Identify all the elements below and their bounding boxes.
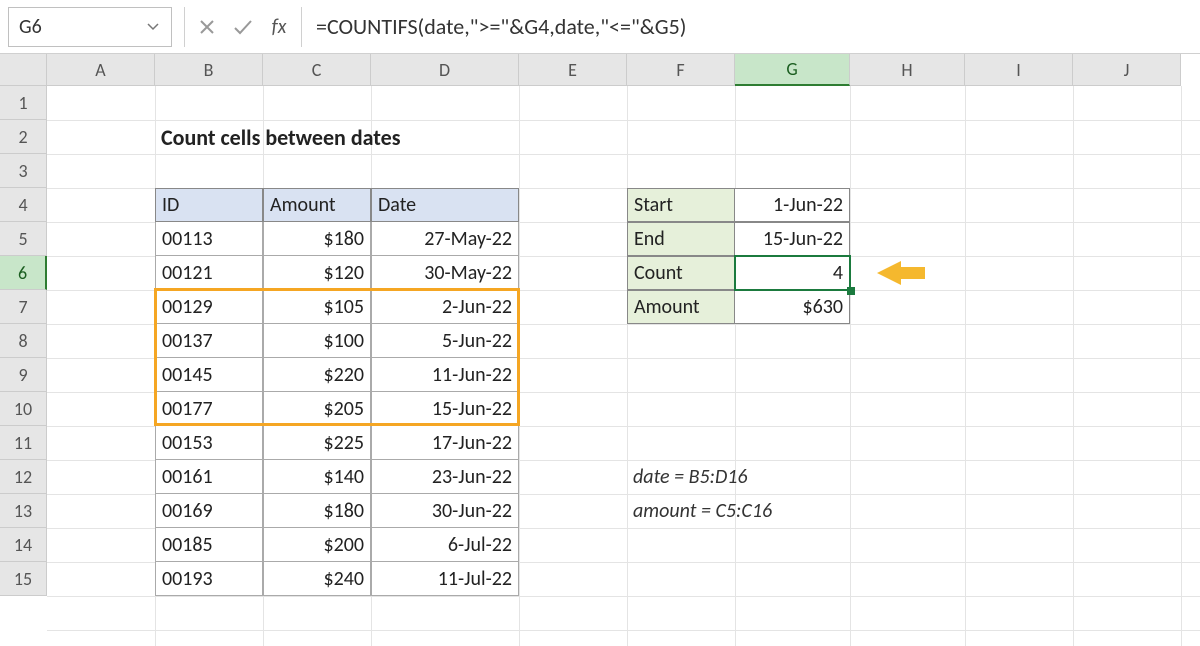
column-header[interactable]: D — [371, 54, 519, 86]
table-header-id[interactable]: ID — [155, 188, 263, 222]
summary-label[interactable]: Amount — [627, 290, 735, 324]
summary-label[interactable]: Start — [627, 188, 735, 222]
column-header[interactable]: I — [965, 54, 1073, 86]
table-cell[interactable]: 15-Jun-22 — [371, 392, 519, 426]
row-header[interactable]: 14 — [0, 528, 47, 562]
table-cell[interactable]: $105 — [263, 290, 371, 324]
arrow-icon — [877, 261, 901, 285]
table-cell[interactable]: $120 — [263, 256, 371, 290]
divider — [301, 7, 302, 47]
table-cell[interactable]: $180 — [263, 222, 371, 256]
table-cell[interactable]: 30-Jun-22 — [371, 494, 519, 528]
column-header[interactable]: H — [850, 54, 965, 86]
summary-label[interactable]: Count — [627, 256, 735, 290]
name-box-value: G6 — [19, 15, 42, 39]
note-date-range: date = B5:D16 — [627, 460, 927, 494]
table-cell[interactable]: 00177 — [155, 392, 263, 426]
row-header[interactable]: 2 — [0, 120, 47, 154]
table-cell[interactable]: 00161 — [155, 460, 263, 494]
row-header[interactable]: 13 — [0, 494, 47, 528]
table-cell[interactable]: 30-May-22 — [371, 256, 519, 290]
row-header[interactable]: 8 — [0, 324, 47, 358]
table-cell[interactable]: 11-Jul-22 — [371, 562, 519, 596]
table-cell[interactable]: $240 — [263, 562, 371, 596]
summary-label[interactable]: End — [627, 222, 735, 256]
row-header[interactable]: 5 — [0, 222, 47, 256]
table-cell[interactable]: 00185 — [155, 528, 263, 562]
enter-formula-icon[interactable] — [225, 7, 261, 47]
row-header[interactable]: 3 — [0, 154, 47, 188]
column-headers: ABCDEFGHIJ — [47, 54, 1181, 86]
row-headers: 123456789101112131415 — [0, 86, 47, 596]
row-header[interactable]: 12 — [0, 460, 47, 494]
column-header[interactable]: E — [519, 54, 627, 86]
table-cell[interactable]: 00121 — [155, 256, 263, 290]
insert-function-icon[interactable]: fx — [261, 7, 297, 47]
table-cell[interactable]: $220 — [263, 358, 371, 392]
column-header[interactable]: F — [627, 54, 735, 86]
name-box-dropdown-icon[interactable] — [141, 15, 165, 39]
table-cell[interactable]: 23-Jun-22 — [371, 460, 519, 494]
select-all-corner[interactable] — [0, 54, 47, 86]
divider — [184, 7, 185, 47]
table-cell[interactable]: $100 — [263, 324, 371, 358]
row-header[interactable]: 10 — [0, 392, 47, 426]
table-header-amount[interactable]: Amount — [263, 188, 371, 222]
table-cell[interactable]: 5-Jun-22 — [371, 324, 519, 358]
summary-value[interactable]: 1-Jun-22 — [735, 188, 850, 222]
table-cell[interactable]: $200 — [263, 528, 371, 562]
table-cell[interactable]: 00129 — [155, 290, 263, 324]
table-cell[interactable]: 00137 — [155, 324, 263, 358]
column-header[interactable]: C — [263, 54, 371, 86]
column-header[interactable]: J — [1073, 54, 1181, 86]
column-header[interactable]: A — [47, 54, 155, 86]
table-cell[interactable]: $140 — [263, 460, 371, 494]
table-cell[interactable]: 2-Jun-22 — [371, 290, 519, 324]
table-cell[interactable]: $225 — [263, 426, 371, 460]
table-cell[interactable]: 27-May-22 — [371, 222, 519, 256]
table-cell[interactable]: $205 — [263, 392, 371, 426]
row-header[interactable]: 7 — [0, 290, 47, 324]
table-cell[interactable]: 11-Jun-22 — [371, 358, 519, 392]
page-title: Count cells between dates — [155, 120, 555, 154]
table-cell[interactable]: 17-Jun-22 — [371, 426, 519, 460]
table-cell[interactable]: 00169 — [155, 494, 263, 528]
summary-value[interactable]: $630 — [735, 290, 850, 324]
row-header[interactable]: 9 — [0, 358, 47, 392]
row-header[interactable]: 11 — [0, 426, 47, 460]
table-cell[interactable]: 6-Jul-22 — [371, 528, 519, 562]
formula-bar: G6 fx — [0, 0, 1200, 54]
row-header[interactable]: 6 — [0, 256, 47, 290]
cancel-formula-icon[interactable] — [189, 7, 225, 47]
fill-handle[interactable] — [847, 287, 855, 295]
summary-value[interactable]: 15-Jun-22 — [735, 222, 850, 256]
row-header[interactable]: 15 — [0, 562, 47, 596]
column-header[interactable]: G — [735, 54, 850, 86]
formula-input[interactable] — [306, 7, 1200, 47]
row-header[interactable]: 1 — [0, 86, 47, 120]
name-box[interactable]: G6 — [8, 7, 172, 47]
table-cell[interactable]: 00145 — [155, 358, 263, 392]
column-header[interactable]: B — [155, 54, 263, 86]
table-header-date[interactable]: Date — [371, 188, 519, 222]
table-cell[interactable]: 00193 — [155, 562, 263, 596]
summary-value[interactable]: 4 — [735, 256, 850, 290]
row-header[interactable]: 4 — [0, 188, 47, 222]
table-cell[interactable]: $180 — [263, 494, 371, 528]
note-amount-range: amount = C5:C16 — [627, 494, 927, 528]
table-cell[interactable]: 00153 — [155, 426, 263, 460]
table-cell[interactable]: 00113 — [155, 222, 263, 256]
